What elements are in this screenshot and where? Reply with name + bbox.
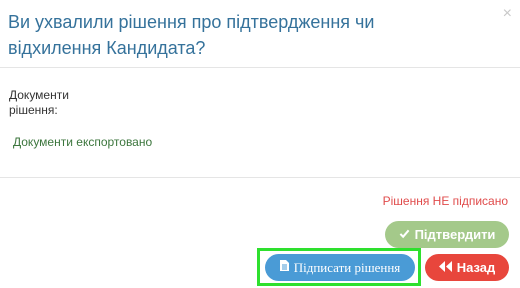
- documents-label: Документи рішення:: [9, 88, 69, 117]
- confirm-button[interactable]: Підтвердити: [385, 221, 509, 248]
- document-icon: [279, 260, 289, 275]
- back-button-label: Назад: [456, 260, 496, 275]
- back-button[interactable]: Назад: [425, 254, 509, 281]
- sign-button-label: Підписати рішення: [293, 259, 401, 275]
- modal-footer: Рішення НЕ підписано Підтвердити Підписа…: [0, 178, 520, 288]
- modal-header: Ви ухвалили рішення про підтвердження чи…: [0, 0, 520, 68]
- modal-body: Документи рішення: Документи експортован…: [0, 68, 520, 178]
- sign-decision-button[interactable]: Підписати рішення: [265, 254, 415, 281]
- close-icon[interactable]: ×: [503, 6, 512, 22]
- not-signed-status: Рішення НЕ підписано: [382, 194, 508, 208]
- confirm-button-label: Підтвердити: [414, 227, 496, 242]
- check-icon: [399, 228, 410, 242]
- modal-title: Ви ухвалили рішення про підтвердження чи…: [8, 12, 375, 58]
- double-left-arrow-icon: [438, 260, 452, 275]
- export-status: Документи експортовано: [13, 135, 153, 149]
